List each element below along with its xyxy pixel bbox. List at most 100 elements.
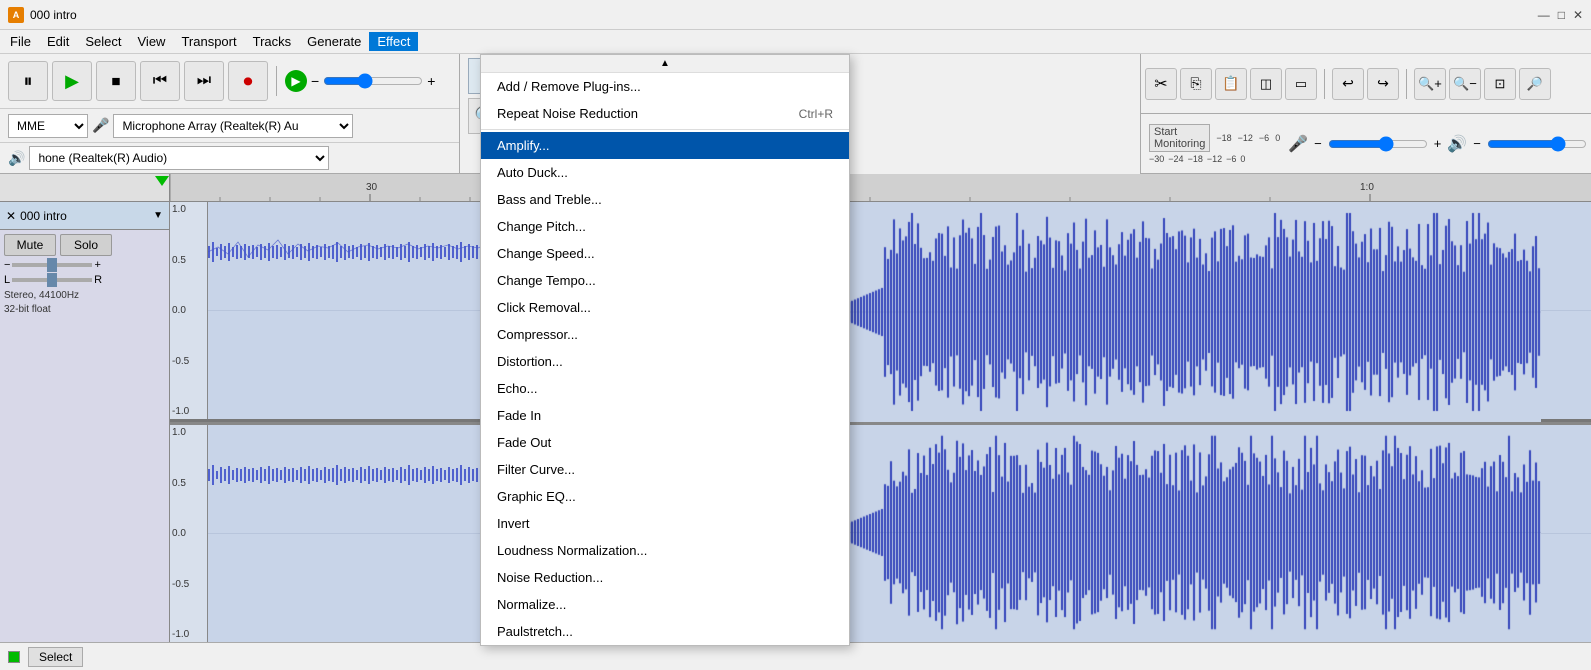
db-label-12b: −12	[1207, 154, 1222, 164]
maximize-button[interactable]: □	[1558, 8, 1565, 22]
menu-item-invert[interactable]: Invert	[481, 510, 849, 537]
cut-button[interactable]: ✂	[1145, 68, 1177, 100]
gain-minus-icon[interactable]: −	[4, 259, 10, 271]
menu-item-change-pitch[interactable]: Change Pitch...	[481, 213, 849, 240]
zoom-fit-button[interactable]: ⊡	[1484, 68, 1516, 100]
trim-button[interactable]: ◫	[1250, 68, 1282, 100]
pan-r-label: R	[94, 274, 102, 286]
menu-item-fade-out[interactable]: Fade Out	[481, 429, 849, 456]
menu-edit[interactable]: Edit	[39, 32, 77, 51]
zoom-in-button[interactable]: 🔍+	[1414, 68, 1446, 100]
menu-file[interactable]: File	[2, 32, 39, 51]
menu-generate[interactable]: Generate	[299, 32, 369, 51]
svg-text:30: 30	[366, 182, 378, 193]
input-device-select[interactable]: Microphone Array (Realtek(R) Au	[113, 114, 353, 138]
redo-button[interactable]: ↪	[1367, 68, 1399, 100]
input-level-control: 🎤 − + 🔊 − +	[1288, 134, 1591, 154]
menu-item-paulstretch[interactable]: Paulstretch...	[481, 618, 849, 645]
mic-plus[interactable]: +	[1434, 136, 1442, 151]
db-scale-12: −12	[1238, 133, 1253, 143]
zoom-out-button[interactable]: 🔍−	[1449, 68, 1481, 100]
select-status-button[interactable]: Select	[28, 647, 83, 667]
menu-scroll-up[interactable]: ▲	[481, 55, 849, 73]
close-button[interactable]: ✕	[1573, 8, 1583, 22]
gain-plus-icon[interactable]: +	[94, 259, 100, 271]
playspeed-slider[interactable]	[323, 73, 423, 89]
window-title: 000 intro	[30, 8, 77, 22]
menu-item-add-remove-plugins[interactable]: Add / Remove Plug-ins...	[481, 73, 849, 100]
menu-item-graphic-eq[interactable]: Graphic EQ...	[481, 483, 849, 510]
amp2-0-0: 0.0	[172, 528, 205, 539]
track-collapse-button[interactable]	[8, 651, 20, 663]
pan-slider[interactable]	[12, 278, 92, 282]
menu-item-change-speed[interactable]: Change Speed...	[481, 240, 849, 267]
host-select[interactable]: MME	[8, 114, 88, 138]
paste-button[interactable]: 📋	[1215, 68, 1247, 100]
menu-effect[interactable]: Effect	[369, 32, 418, 51]
menu-item-auto-duck[interactable]: Auto Duck...	[481, 159, 849, 186]
db-scale-6: −6	[1259, 133, 1269, 143]
pause-button[interactable]: ⏸	[8, 61, 48, 101]
menu-select[interactable]: Select	[77, 32, 129, 51]
undo-button[interactable]: ↩	[1332, 68, 1364, 100]
svg-text:1:0: 1:0	[1360, 182, 1374, 193]
mic-level-slider[interactable]	[1328, 136, 1428, 152]
record-button[interactable]: ⏺	[228, 61, 268, 101]
speaker-level-icon: 🔊	[1447, 134, 1467, 154]
zoom-selection-button[interactable]: 🔎	[1519, 68, 1551, 100]
menu-item-label: Normalize...	[497, 597, 566, 612]
playspeed-play-icon[interactable]: ▶	[285, 70, 307, 92]
silence-button[interactable]: ▭	[1285, 68, 1317, 100]
menu-item-amplify[interactable]: Amplify...	[481, 132, 849, 159]
menu-item-label: Loudness Normalization...	[497, 543, 647, 558]
playspeed-minus[interactable]: −	[311, 73, 319, 89]
menu-transport[interactable]: Transport	[173, 32, 244, 51]
track-close-button[interactable]: ✕	[6, 209, 16, 223]
amplitude-axis-top: 1.0 0.5 0.0 -0.5 -1.0	[170, 202, 208, 419]
menu-item-distortion[interactable]: Distortion...	[481, 348, 849, 375]
menu-item-noise-reduction[interactable]: Noise Reduction...	[481, 564, 849, 591]
menu-item-repeat-noise-reduction[interactable]: Repeat Noise Reduction Ctrl+R	[481, 100, 849, 127]
menu-item-click-removal[interactable]: Click Removal...	[481, 294, 849, 321]
menu-item-echo[interactable]: Echo...	[481, 375, 849, 402]
gain-slider[interactable]	[12, 263, 92, 267]
pan-l-label: L	[4, 274, 10, 286]
skip-end-button[interactable]: ⏭	[184, 61, 224, 101]
amp2-0-5: 0.5	[172, 478, 205, 489]
menu-item-fade-in[interactable]: Fade In	[481, 402, 849, 429]
output-device-select[interactable]: hone (Realtek(R) Audio)	[29, 146, 329, 170]
copy-button[interactable]: ⎘	[1180, 68, 1212, 100]
menu-item-change-tempo[interactable]: Change Tempo...	[481, 267, 849, 294]
play-button[interactable]: ▶	[52, 61, 92, 101]
menu-item-filter-curve[interactable]: Filter Curve...	[481, 456, 849, 483]
menu-item-label: Change Pitch...	[497, 219, 586, 234]
menu-item-label: Fade Out	[497, 435, 551, 450]
separator	[276, 66, 277, 96]
window-controls: — □ ✕	[1538, 8, 1583, 22]
menu-item-bass-treble[interactable]: Bass and Treble...	[481, 186, 849, 213]
track-dropdown-button[interactable]: ▼	[153, 210, 163, 221]
playspeed-plus[interactable]: +	[427, 73, 435, 89]
menu-item-label: Fade In	[497, 408, 541, 423]
minimize-button[interactable]: —	[1538, 8, 1550, 22]
db-scale-18: −18	[1216, 133, 1231, 143]
start-monitoring-label[interactable]: Start Monitoring	[1149, 124, 1210, 152]
menu-item-normalize[interactable]: Normalize...	[481, 591, 849, 618]
menu-item-compressor[interactable]: Compressor...	[481, 321, 849, 348]
menu-tracks[interactable]: Tracks	[245, 32, 300, 51]
speaker-level-slider[interactable]	[1487, 136, 1587, 152]
menu-item-loudness-normalization[interactable]: Loudness Normalization...	[481, 537, 849, 564]
amp2-n0-5: -0.5	[172, 579, 205, 590]
speaker-minus[interactable]: −	[1473, 136, 1481, 151]
menu-bar: File Edit Select View Transport Tracks G…	[0, 30, 1591, 54]
solo-button[interactable]: Solo	[60, 234, 112, 256]
stop-button[interactable]: ⏹	[96, 61, 136, 101]
skip-start-button[interactable]: ⏮	[140, 61, 180, 101]
menu-item-label: Add / Remove Plug-ins...	[497, 79, 641, 94]
mute-button[interactable]: Mute	[4, 234, 56, 256]
db-label-6b: −6	[1226, 154, 1236, 164]
mic-minus[interactable]: −	[1314, 136, 1322, 151]
db-label-30: −30	[1149, 154, 1164, 164]
pan-row: L R	[4, 274, 165, 286]
menu-view[interactable]: View	[130, 32, 174, 51]
